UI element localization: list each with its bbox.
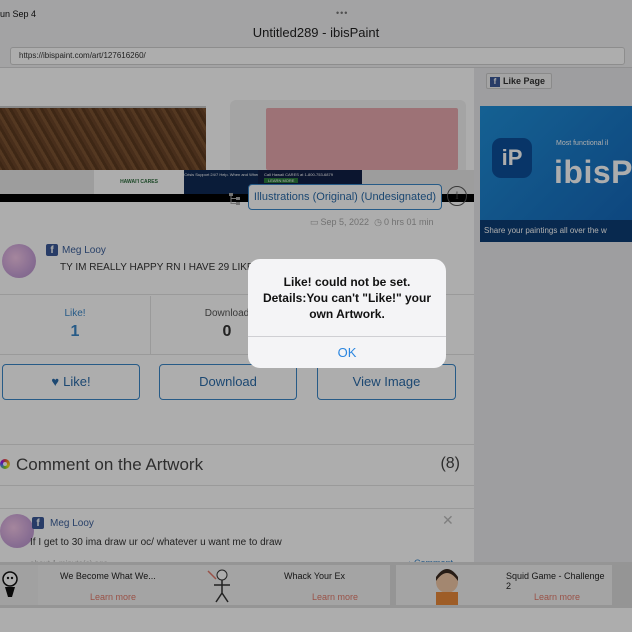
alert-message: Like! could not be set. Details:You can'… [262,275,432,321]
alert-dialog: Like! could not be set. Details:You can'… [248,259,446,368]
ok-button[interactable]: OK [248,337,446,368]
